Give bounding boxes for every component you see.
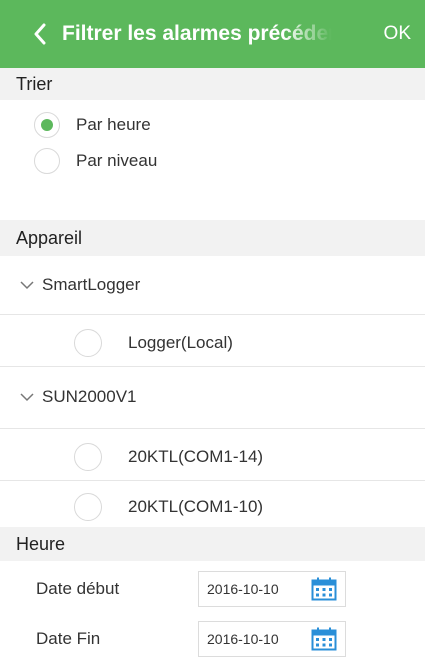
end-date-label: Date Fin bbox=[36, 629, 101, 648]
radio-unchecked-icon[interactable] bbox=[74, 493, 102, 521]
radio-unchecked-icon[interactable] bbox=[34, 148, 60, 174]
device-group-smartlogger[interactable]: SmartLogger bbox=[0, 266, 425, 304]
app-header: Filtrer les alarmes précédent OK bbox=[0, 0, 425, 68]
page-title: Filtrer les alarmes précédent bbox=[62, 22, 332, 45]
device-group-sun2000v1[interactable]: SUN2000V1 bbox=[0, 378, 425, 416]
device-item-label: Logger(Local) bbox=[128, 333, 233, 352]
sort-option-label: Par niveau bbox=[76, 151, 158, 170]
start-date-value: 2016-10-10 bbox=[207, 581, 279, 597]
radio-unchecked-icon[interactable] bbox=[74, 329, 102, 357]
device-item-label: 20KTL(COM1-14) bbox=[128, 447, 264, 466]
section-time: Heure bbox=[0, 527, 425, 561]
divider bbox=[0, 428, 425, 429]
calendar-icon[interactable] bbox=[311, 627, 337, 651]
end-date-field[interactable]: 2016-10-10 bbox=[198, 621, 346, 657]
radio-unchecked-icon[interactable] bbox=[74, 443, 102, 471]
device-item-20ktl-com1-10[interactable]: 20KTL(COM1-10) bbox=[0, 488, 425, 526]
section-sort: Trier bbox=[0, 68, 425, 100]
device-group-label: SUN2000V1 bbox=[42, 387, 137, 406]
device-item-label: 20KTL(COM1-10) bbox=[128, 497, 264, 516]
sort-option-by-time[interactable]: Par heure bbox=[34, 112, 151, 138]
end-date-row: Date Fin 2016-10-10 bbox=[0, 616, 425, 662]
sort-option-label: Par heure bbox=[76, 115, 151, 134]
back-button[interactable] bbox=[22, 0, 58, 68]
start-date-field[interactable]: 2016-10-10 bbox=[198, 571, 346, 607]
device-item-20ktl-com1-14[interactable]: 20KTL(COM1-14) bbox=[0, 438, 425, 476]
chevron-left-icon bbox=[34, 23, 46, 45]
chevron-down-icon bbox=[20, 280, 34, 289]
sort-option-by-level[interactable]: Par niveau bbox=[34, 148, 157, 174]
start-date-row: Date début 2016-10-10 bbox=[0, 566, 425, 612]
divider bbox=[0, 366, 425, 367]
divider bbox=[0, 314, 425, 315]
device-group-label: SmartLogger bbox=[42, 275, 141, 294]
start-date-label: Date début bbox=[36, 579, 120, 598]
calendar-icon[interactable] bbox=[311, 577, 337, 601]
device-item-logger-local[interactable]: Logger(Local) bbox=[0, 324, 425, 362]
ok-button[interactable]: OK bbox=[384, 0, 411, 68]
end-date-value: 2016-10-10 bbox=[207, 631, 279, 647]
radio-checked-icon[interactable] bbox=[34, 112, 60, 138]
section-device: Appareil bbox=[0, 220, 425, 256]
divider bbox=[0, 480, 425, 481]
chevron-down-icon bbox=[20, 392, 34, 401]
